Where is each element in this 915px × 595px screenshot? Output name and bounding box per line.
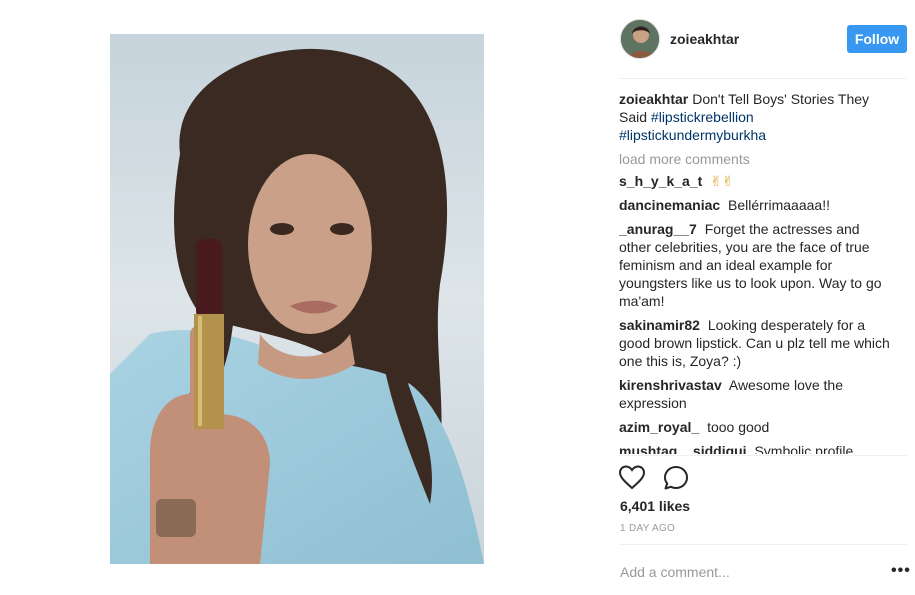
comment-username[interactable]: _anurag__7 xyxy=(619,221,697,237)
comment-item: sakinamir82 Looking desperately for a go… xyxy=(619,316,891,370)
post-timestamp[interactable]: 1 DAY AGO xyxy=(620,523,675,534)
comment-item: s_h_y_k_a_t ✌✌ xyxy=(619,172,891,190)
follow-button[interactable]: Follow xyxy=(847,25,907,53)
comment-item: dancinemaniac Bellérrimaaaaa!! xyxy=(619,196,891,214)
divider xyxy=(619,78,907,79)
comment-item: kirenshrivastav Awesome love the express… xyxy=(619,376,891,412)
woman-holding-lipstick-image xyxy=(110,34,484,564)
comments-list: zoieakhtar Don't Tell Boys' Stories They … xyxy=(619,90,891,454)
avatar[interactable] xyxy=(620,19,660,59)
comment-text: ✌✌ xyxy=(710,173,734,189)
post-username[interactable]: zoieakhtar xyxy=(670,31,739,47)
comment-text: Symbolic profile xyxy=(754,443,854,454)
comment-item: _anurag__7 Forget the actresses and othe… xyxy=(619,220,891,310)
comment-username[interactable]: kirenshrivastav xyxy=(619,377,722,393)
post-header: zoieakhtar Follow xyxy=(619,19,907,61)
comment-item: mushtaq__siddiqui Symbolic profile xyxy=(619,442,891,454)
comment-icon[interactable] xyxy=(663,465,689,491)
post-photo[interactable] xyxy=(110,34,484,564)
add-comment-input[interactable]: Add a comment... xyxy=(620,564,730,580)
comment-username[interactable]: dancinemaniac xyxy=(619,197,720,213)
hashtag-link[interactable]: #lipstickrebellion xyxy=(651,109,754,125)
post-caption: zoieakhtar Don't Tell Boys' Stories They … xyxy=(619,90,891,144)
load-more-comments-link[interactable]: load more comments xyxy=(619,150,891,168)
avatar-image xyxy=(621,20,659,58)
comment-username[interactable]: azim_royal_ xyxy=(619,419,699,435)
comment-username[interactable]: s_h_y_k_a_t xyxy=(619,173,702,189)
post-side-panel: zoieakhtar Follow zoieakhtar Don't Tell B… xyxy=(618,0,910,595)
comment-text: Bellérrimaaaaa!! xyxy=(728,197,830,213)
comment-item: azim_royal_ tooo good xyxy=(619,418,891,436)
comment-text: tooo good xyxy=(707,419,770,435)
comment-username[interactable]: mushtaq__siddiqui xyxy=(619,443,747,454)
heart-icon[interactable] xyxy=(618,465,646,491)
more-options-icon[interactable]: ••• xyxy=(891,562,911,580)
hashtag-link[interactable]: #lipstickundermyburkha xyxy=(619,127,766,143)
divider xyxy=(619,544,907,545)
caption-username[interactable]: zoieakhtar xyxy=(619,91,688,107)
post-actions xyxy=(618,465,703,491)
likes-count[interactable]: 6,401 likes xyxy=(620,498,690,514)
comment-username[interactable]: sakinamir82 xyxy=(619,317,700,333)
divider xyxy=(619,455,907,456)
